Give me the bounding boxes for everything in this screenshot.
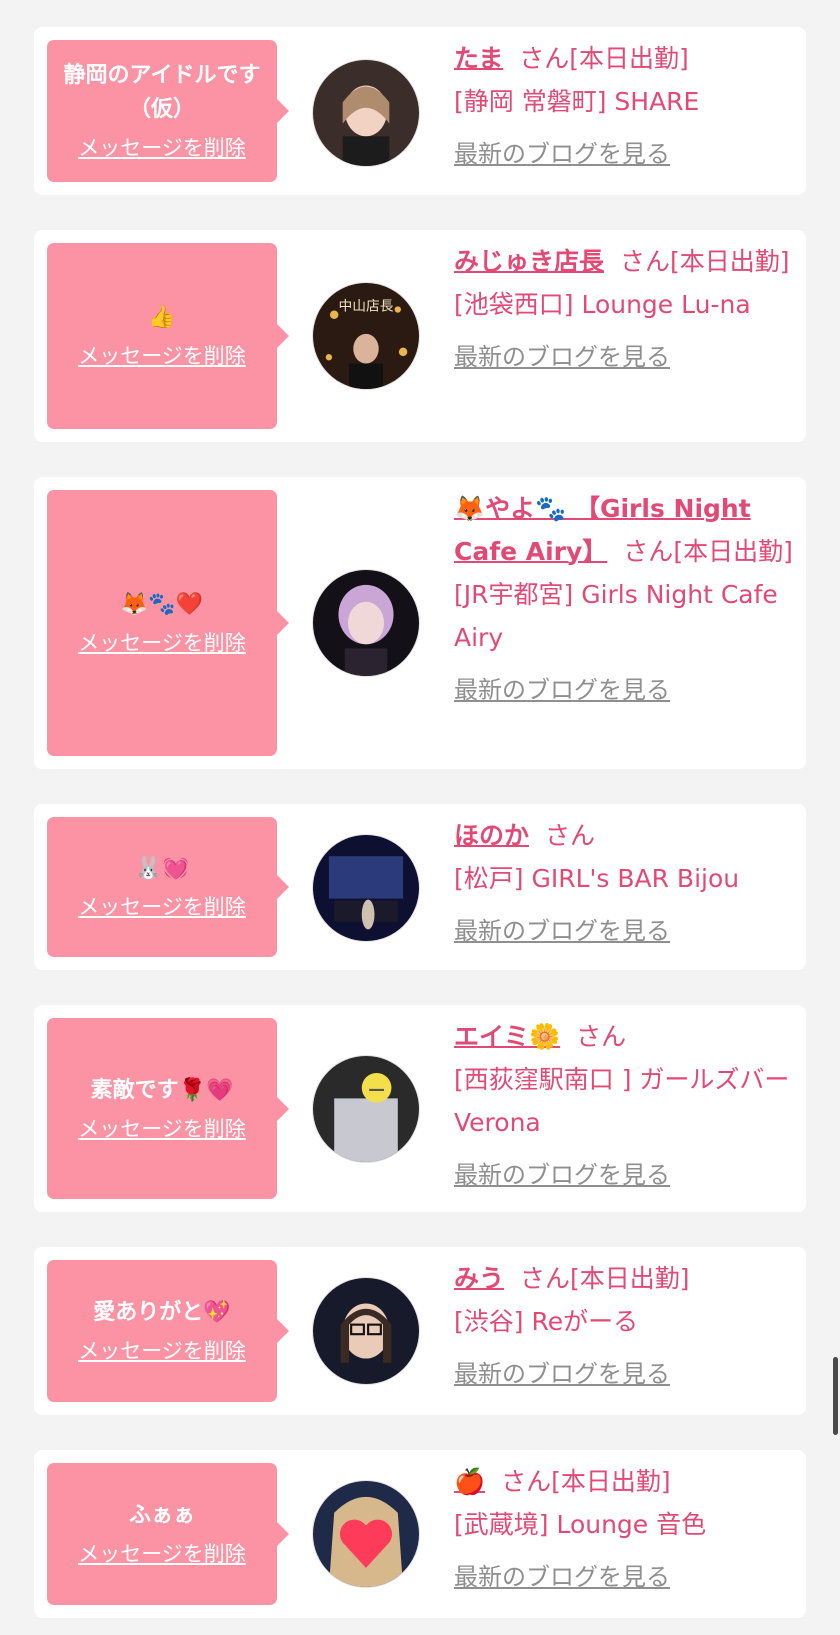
cast-info: エイミ🌼 さん [西荻窪駅南口 ] ガールズバー Verona 最新のブログを見る — [454, 1015, 794, 1197]
avatar[interactable] — [312, 834, 420, 942]
attendance-status: [本日出勤] — [673, 537, 793, 566]
message-text: 👍 — [148, 305, 176, 330]
shop-info: [西荻窪駅南口 ] ガールズバー Verona — [454, 1065, 790, 1137]
message-bubble: 素敵です🌹💗 メッセージを削除 — [47, 1018, 289, 1199]
shop-info: [渋谷] Reがーる — [454, 1307, 639, 1336]
attendance-status: [本日出勤] — [570, 1264, 690, 1293]
delete-message-link[interactable]: メッセージを削除 — [78, 1114, 246, 1144]
avatar[interactable] — [312, 1480, 420, 1588]
avatar-caption: 中山店長 — [338, 299, 393, 315]
attendance-status: [本日出勤] — [569, 44, 689, 73]
message-bubble: 👍 メッセージを削除 — [47, 243, 289, 429]
message-text: 愛ありがと💖 — [93, 1300, 231, 1325]
san-suffix: さん — [545, 821, 596, 850]
shop-info: [池袋西口] Lounge Lu-na — [454, 290, 751, 319]
scrollbar[interactable] — [833, 1357, 838, 1435]
cast-name-link[interactable]: たま — [454, 44, 503, 73]
cast-info: みじゅき店長 さん[本日出勤] [池袋西口] Lounge Lu-na 最新のブロ… — [454, 240, 794, 379]
latest-blog-link[interactable]: 最新のブログを見る — [454, 910, 794, 953]
cast-name-link[interactable]: エイミ🌼 — [454, 1022, 560, 1051]
latest-blog-link[interactable]: 最新のブログを見る — [454, 1353, 794, 1396]
message-text: 素敵です🌹💗 — [90, 1077, 234, 1103]
cast-name-link[interactable]: ほのか — [454, 821, 529, 850]
attendance-status: [本日出勤] — [670, 247, 790, 276]
delete-message-link[interactable]: メッセージを削除 — [78, 892, 246, 922]
cast-name-link[interactable]: みう — [454, 1264, 504, 1293]
san-suffix: さん — [620, 247, 671, 276]
san-suffix: さん — [519, 44, 570, 73]
message-card: 素敵です🌹💗 メッセージを削除 エイミ🌼 さん [西荻窪駅南口 ] ガールズバー … — [34, 1005, 806, 1212]
delete-message-link[interactable]: メッセージを削除 — [78, 133, 246, 163]
latest-blog-link[interactable]: 最新のブログを見る — [454, 336, 794, 379]
delete-message-link[interactable]: メッセージを削除 — [78, 341, 246, 371]
message-card: ふぁぁ メッセージを削除 🍎 さん[本日出勤] [武蔵境] Lounge 音色 最… — [34, 1450, 806, 1618]
san-suffix: さん — [520, 1264, 571, 1293]
cast-info: たま さん[本日出勤] [静岡 常磐町] SHARE 最新のブログを見る — [454, 37, 794, 176]
message-card: 🦊🐾❤️ メッセージを削除 🦊やよ🐾 【Girls Night Cafe Air… — [34, 477, 806, 769]
san-suffix: さん — [576, 1022, 627, 1051]
san-suffix: さん — [623, 537, 674, 566]
san-suffix: さん — [501, 1467, 552, 1496]
message-card: 👍 メッセージを削除 中山店長 みじゅき店長 さん[本日出勤] [池袋西口] Lo… — [34, 230, 806, 442]
avatar[interactable] — [312, 1055, 420, 1163]
message-card: 静岡のアイドルです（仮） メッセージを削除 たま さん[本日出勤] [静岡 常磐町… — [34, 27, 806, 195]
shop-info: [JR宇都宮] Girls Night Cafe Airy — [454, 580, 778, 652]
message-card: 愛ありがと💖 メッセージを削除 みう さん[本日出勤] [渋谷] Reがーる 最新… — [34, 1247, 806, 1415]
message-bubble: 静岡のアイドルです（仮） メッセージを削除 — [47, 40, 289, 182]
message-text: 🐰💓 — [134, 856, 190, 881]
message-bubble: 🦊🐾❤️ メッセージを削除 — [47, 490, 289, 756]
shop-info: [静岡 常磐町] SHARE — [454, 87, 700, 116]
shop-info: [松戸] GIRL's BAR Bijou — [454, 864, 740, 893]
attendance-status: [本日出勤] — [551, 1467, 671, 1496]
cast-info: みう さん[本日出勤] [渋谷] Reがーる 最新のブログを見る — [454, 1257, 794, 1396]
latest-blog-link[interactable]: 最新のブログを見る — [454, 1154, 794, 1197]
message-text: 静岡のアイドルです（仮） — [63, 63, 261, 122]
cast-info: 🦊やよ🐾 【Girls Night Cafe Airy】 さん[本日出勤] [JR… — [454, 487, 794, 712]
cast-info: ほのか さん [松戸] GIRL's BAR Bijou 最新のブログを見る — [454, 814, 794, 953]
message-card: 🐰💓 メッセージを削除 ほのか さん [松戸] GIRL's BAR Bijou … — [34, 804, 806, 970]
delete-message-link[interactable]: メッセージを削除 — [78, 1336, 246, 1366]
latest-blog-link[interactable]: 最新のブログを見る — [454, 1556, 794, 1599]
avatar[interactable]: 中山店長 — [312, 282, 420, 390]
message-text: ふぁぁ — [128, 1503, 195, 1528]
message-bubble: 愛ありがと💖 メッセージを削除 — [47, 1260, 289, 1402]
delete-message-link[interactable]: メッセージを削除 — [78, 1539, 246, 1569]
latest-blog-link[interactable]: 最新のブログを見る — [454, 133, 794, 176]
cast-info: 🍎 さん[本日出勤] [武蔵境] Lounge 音色 最新のブログを見る — [454, 1460, 794, 1599]
avatar[interactable] — [312, 59, 420, 167]
message-text: 🦊🐾❤️ — [120, 592, 204, 617]
cast-name-link[interactable]: 🍎 — [454, 1467, 485, 1496]
latest-blog-link[interactable]: 最新のブログを見る — [454, 669, 794, 712]
avatar[interactable] — [312, 569, 420, 677]
message-bubble: ふぁぁ メッセージを削除 — [47, 1463, 289, 1605]
avatar[interactable] — [312, 1277, 420, 1385]
cast-name-link[interactable]: みじゅき店長 — [454, 247, 604, 276]
delete-message-link[interactable]: メッセージを削除 — [78, 628, 246, 658]
message-bubble: 🐰💓 メッセージを削除 — [47, 817, 289, 957]
shop-info: [武蔵境] Lounge 音色 — [454, 1510, 707, 1539]
